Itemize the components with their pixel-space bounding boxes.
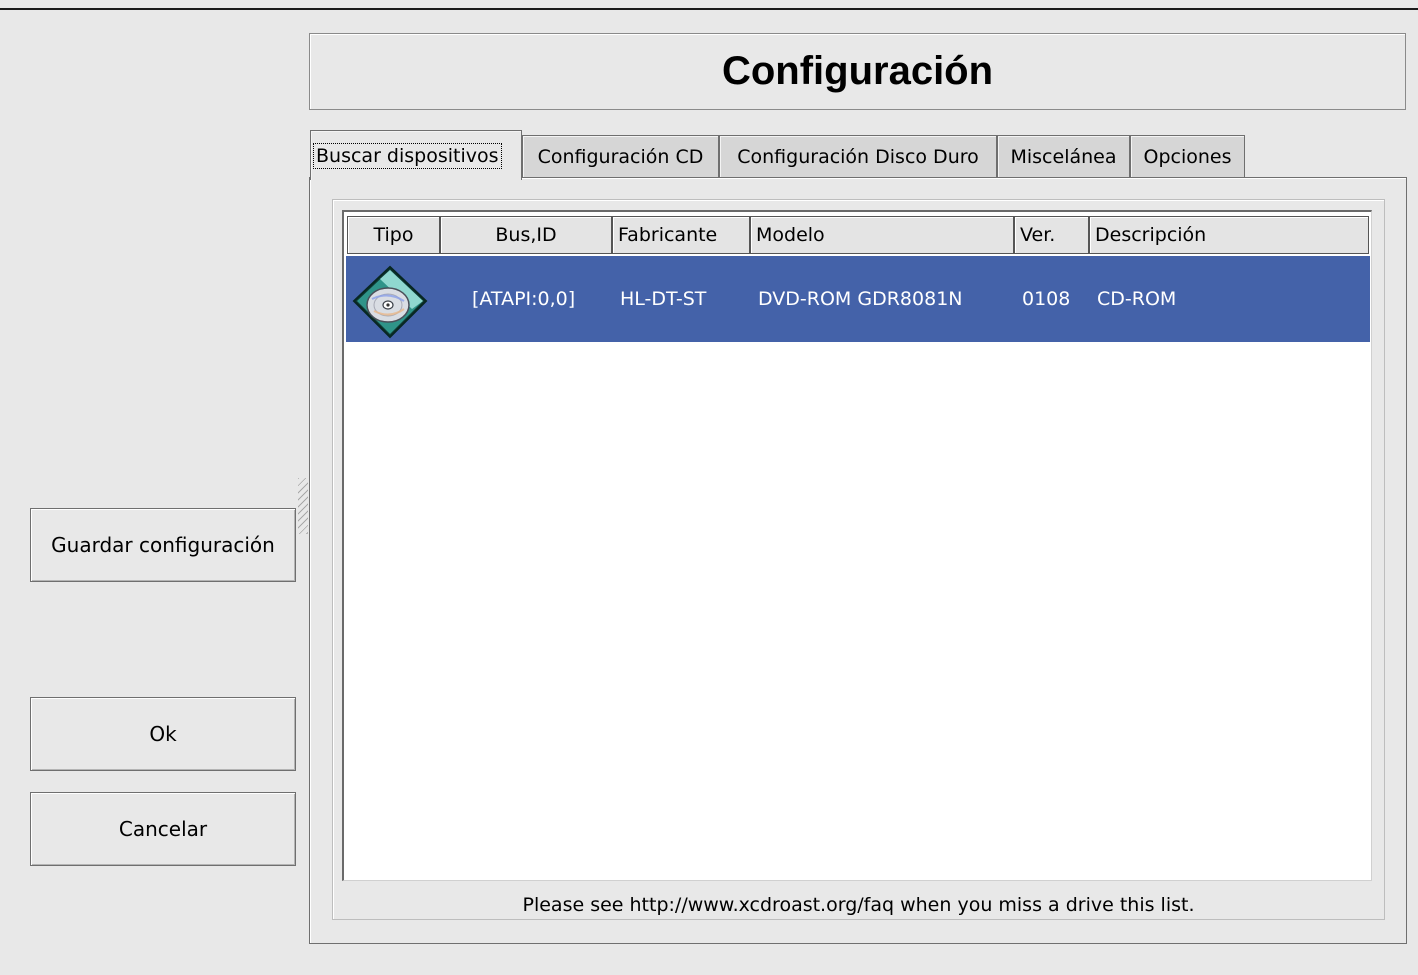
device-list[interactable]: Tipo Bus,ID Fabricante Modelo Ver. Descr… (342, 210, 1372, 881)
tab-configuracion-disco-duro[interactable]: Configuración Disco Duro (719, 135, 997, 177)
save-config-button[interactable]: Guardar configuración (30, 508, 296, 582)
tab-configuracion-cd[interactable]: Configuración CD (522, 135, 719, 177)
tab-opciones[interactable]: Opciones (1130, 135, 1245, 177)
column-header-descripcion[interactable]: Descripción (1089, 216, 1369, 254)
cell-bus-id: [ATAPI:0,0] (472, 288, 576, 310)
tab-label: Miscelánea (1010, 145, 1117, 168)
cell-descripcion: CD-ROM (1097, 288, 1177, 310)
page-title: Configuración (309, 33, 1406, 110)
pane-resize-grip[interactable] (298, 478, 308, 534)
cell-fabricante: HL-DT-ST (620, 288, 707, 310)
tab-label: Configuración CD (537, 145, 704, 168)
tab-label: Buscar dispositivos (313, 142, 502, 169)
column-header-tipo[interactable]: Tipo (347, 216, 440, 254)
faq-hint-text: Please see http://www.xcdroast.org/faq w… (522, 894, 1195, 916)
column-header-ver[interactable]: Ver. (1014, 216, 1089, 254)
ok-button[interactable]: Ok (30, 697, 296, 771)
table-row[interactable]: [ATAPI:0,0] HL-DT-ST DVD-ROM GDR8081N 01… (346, 256, 1370, 342)
column-header-bus-id[interactable]: Bus,ID (440, 216, 612, 254)
tab-label: Opciones (1143, 145, 1232, 168)
top-border-line (0, 8, 1418, 10)
column-header-fabricante[interactable]: Fabricante (612, 216, 750, 254)
column-header-modelo[interactable]: Modelo (750, 216, 1014, 254)
cdrom-drive-icon (350, 261, 430, 341)
tab-miscelanea[interactable]: Miscelánea (997, 135, 1130, 177)
cell-ver: 0108 (1022, 288, 1071, 310)
tab-buscar-dispositivos[interactable]: Buscar dispositivos (310, 130, 522, 180)
cell-modelo: DVD-ROM GDR8081N (758, 288, 963, 310)
cancel-button[interactable]: Cancelar (30, 792, 296, 866)
tab-label: Configuración Disco Duro (737, 145, 979, 168)
